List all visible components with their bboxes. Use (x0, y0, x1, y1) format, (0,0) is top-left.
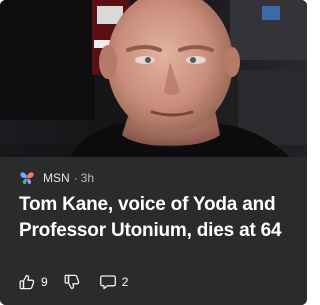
like-count: 9 (41, 275, 48, 289)
comment-icon (99, 275, 116, 290)
msn-butterfly-icon (20, 172, 34, 185)
comment-count: 2 (121, 275, 129, 289)
separator-dot: · (73, 171, 78, 185)
like-button[interactable]: 9 (18, 273, 48, 291)
source-row[interactable]: MSN · 3h (19, 169, 94, 187)
source-name[interactable]: MSN (43, 171, 70, 185)
comment-button[interactable]: 2 (99, 273, 129, 291)
thumbs-down-icon (64, 274, 79, 290)
action-bar: 9 2 (18, 271, 128, 293)
dislike-button[interactable] (63, 273, 81, 291)
thumbs-up-icon (19, 274, 35, 290)
headline[interactable]: Tom Kane, voice of Yoda and Professor Ut… (19, 192, 295, 244)
card-content: MSN · 3h Tom Kane, voice of Yoda and Pro… (0, 157, 307, 305)
article-thumbnail[interactable] (0, 0, 307, 157)
news-card[interactable]: MSN · 3h Tom Kane, voice of Yoda and Pro… (0, 0, 307, 305)
published-age: 3h (80, 171, 95, 185)
